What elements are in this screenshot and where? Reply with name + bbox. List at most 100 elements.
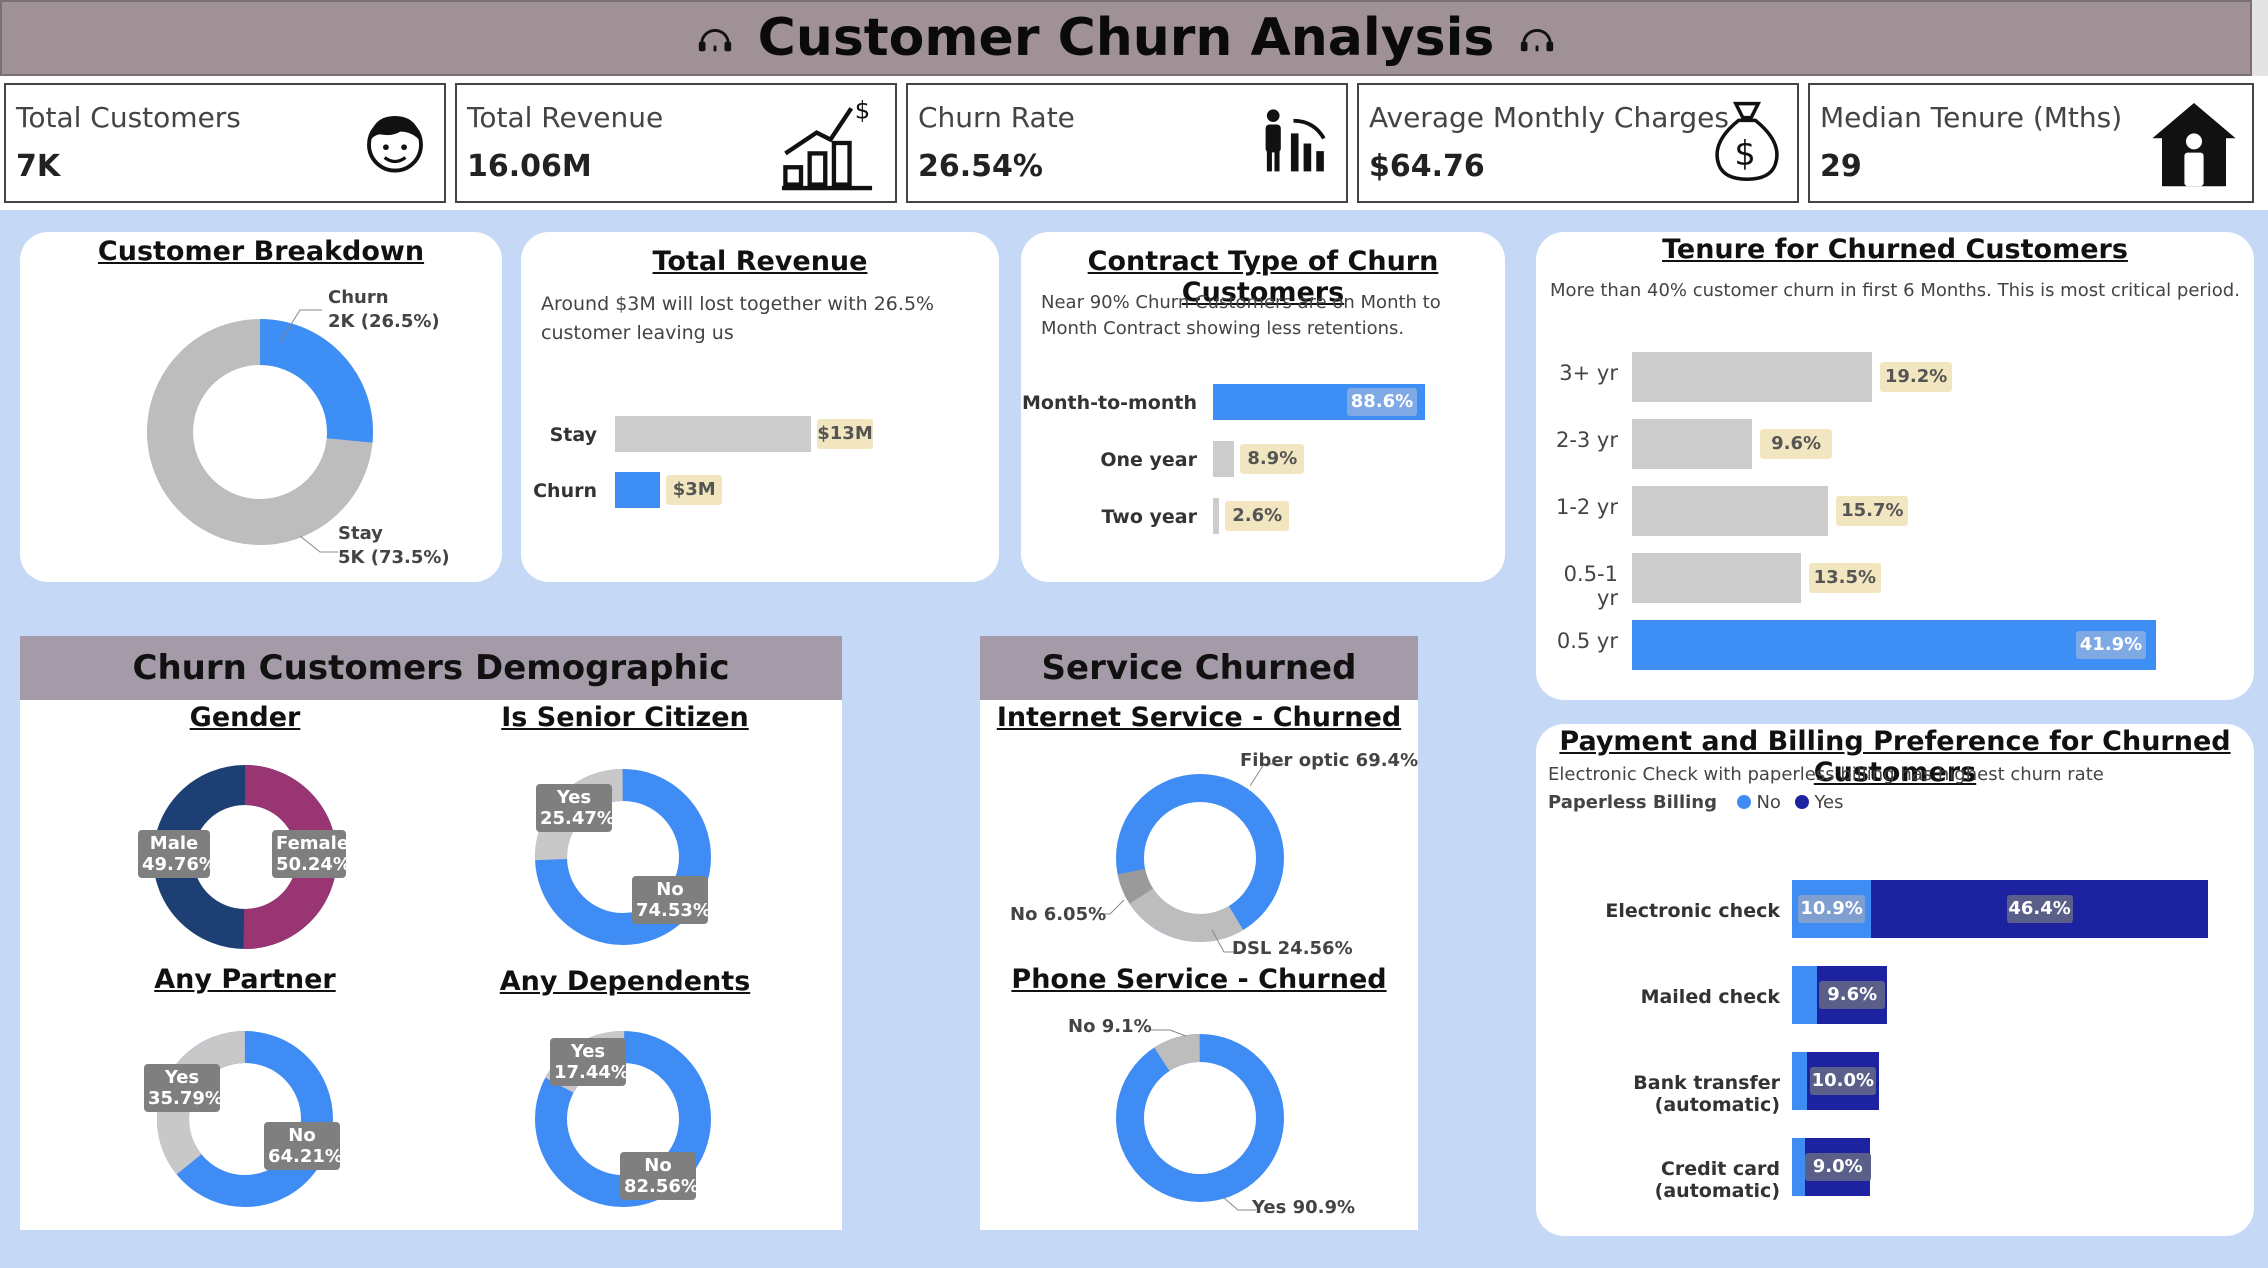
- tenure-title: Tenure for Churned Customers: [1662, 234, 2128, 265]
- contract-bar-two-year[interactable]: [1213, 498, 1220, 534]
- svg-text:$: $: [855, 96, 870, 125]
- contract-bar-one-year[interactable]: [1213, 441, 1235, 477]
- payment-bar-no[interactable]: [1792, 1138, 1806, 1196]
- service-header: Service Churned: [980, 636, 1418, 700]
- payment-category-label: Electronic check: [1605, 900, 1780, 922]
- contract-label-one-year: 8.9%: [1240, 444, 1305, 474]
- kpi-value: 16.06M: [467, 149, 592, 184]
- legend-yes-label: Yes: [1814, 792, 1844, 813]
- tenure-bar[interactable]: [1632, 486, 1829, 536]
- payment-category-label: Bank transfer (automatic): [1633, 1072, 1780, 1116]
- payment-card: Payment and Billing Preference for Churn…: [1536, 724, 2254, 1236]
- kpi-card-churn-rate[interactable]: Churn Rate 26.54%: [906, 83, 1348, 203]
- payment-yes-value-label: 9.6%: [1819, 981, 1886, 1009]
- revenue-label-stay: $13M: [817, 419, 873, 449]
- phone-service-donut[interactable]: [1108, 1026, 1292, 1210]
- tenure-category-label: 1-2 yr: [1555, 495, 1618, 519]
- partner-donut[interactable]: [150, 1024, 340, 1214]
- tenure-bar[interactable]: [1632, 419, 1753, 469]
- headset-icon: [698, 28, 731, 52]
- page-title: Customer Churn Analysis: [757, 8, 1495, 68]
- churn-label: Churn 2K (26.5%): [328, 287, 440, 332]
- gender-male-label: Male 49.76%: [138, 830, 217, 878]
- contract-category: Two year: [1101, 506, 1197, 528]
- payment-yes-value-label: 46.4%: [2006, 895, 2073, 923]
- kpi-value: 26.54%: [918, 149, 1043, 184]
- scrollbar[interactable]: [2252, 0, 2268, 76]
- revenue-category-churn: Churn: [533, 480, 597, 502]
- phone-no-label: No 9.1%: [1068, 1016, 1152, 1037]
- payment-bar-no[interactable]: [1792, 1052, 1807, 1110]
- kpi-card-total-revenue[interactable]: Total Revenue 16.06M $: [455, 83, 897, 203]
- tenure-bar[interactable]: [1632, 553, 1801, 603]
- tenure-bar[interactable]: [1632, 352, 1873, 402]
- gender-title: Gender: [189, 702, 301, 733]
- kpi-label: Total Revenue: [467, 101, 664, 134]
- customer-breakdown-donut[interactable]: [140, 312, 380, 552]
- tenure-category-label: 3+ yr: [1559, 361, 1618, 385]
- payment-yes-value-label: 10.0%: [1809, 1067, 1876, 1095]
- kpi-label: Median Tenure (Mths): [1820, 101, 2123, 134]
- dependents-title: Any Dependents: [499, 966, 751, 997]
- kpi-value: 29: [1820, 149, 1862, 184]
- leader-line: [1150, 1029, 1187, 1037]
- kpi-value: $64.76: [1369, 149, 1485, 184]
- demographic-header: Churn Customers Demographic: [20, 636, 842, 700]
- dependents-no-label: No 82.56%: [620, 1152, 699, 1200]
- house-person-icon: [2152, 103, 2236, 187]
- gender-female-label: Female 50.24%: [272, 830, 351, 878]
- senior-citizen-title: Is Senior Citizen: [501, 702, 749, 733]
- internet-fiber-label: Fiber optic 69.4%: [1240, 750, 1419, 771]
- tenure-subtitle: More than 40% customer churn in first 6 …: [1550, 280, 2240, 301]
- tenure-value-label: 19.2%: [1880, 362, 1953, 392]
- customer-breakdown-card: Customer Breakdown Churn 2K (26.5%) Stay 5…: [20, 232, 502, 582]
- title-bar: Customer Churn Analysis: [0, 0, 2252, 76]
- stay-label: Stay 5K (73.5%): [338, 523, 450, 568]
- phone-yes-label: Yes 90.9%: [1252, 1197, 1356, 1218]
- payment-yes-value-label: 9.0%: [1804, 1153, 1871, 1181]
- total-revenue-title: Total Revenue: [652, 246, 868, 277]
- contract-type-card: Contract Type of Churn Customers Near 90…: [1021, 232, 1505, 582]
- payment-legend: Paperless Billing No Yes: [1548, 792, 1843, 813]
- contract-category: One year: [1100, 449, 1197, 471]
- customer-breakdown-title: Customer Breakdown: [97, 236, 425, 267]
- internet-service-donut[interactable]: [1108, 766, 1292, 950]
- legend-title: Paperless Billing: [1548, 792, 1717, 813]
- kpi-card-median-tenure[interactable]: Median Tenure (Mths) 29: [1808, 83, 2254, 203]
- kpi-label: Total Customers: [16, 101, 241, 134]
- kpi-label: Churn Rate: [918, 101, 1075, 134]
- kpi-label: Average Monthly Charges: [1369, 101, 1729, 134]
- money-bag-icon: $: [1715, 101, 1779, 181]
- senior-no-label: No 74.53%: [632, 876, 711, 924]
- tenure-value-label: 15.7%: [1836, 496, 1909, 526]
- partner-title: Any Partner: [154, 964, 336, 995]
- internet-dsl-label: DSL 24.56%: [1232, 938, 1353, 959]
- partner-no-label: No 64.21%: [264, 1122, 343, 1170]
- kpi-value: 7K: [16, 149, 61, 184]
- payment-category-label: Credit card (automatic): [1654, 1158, 1780, 1202]
- tenure-category-label: 0.5 yr: [1556, 629, 1618, 653]
- contract-label-two-year: 2.6%: [1225, 501, 1290, 531]
- payment-bar-no[interactable]: [1792, 966, 1818, 1024]
- internet-service-title: Internet Service - Churned: [996, 702, 1402, 733]
- dependents-yes-label: Yes 17.44%: [550, 1038, 629, 1086]
- partner-yes-label: Yes 35.79%: [144, 1064, 223, 1112]
- contract-type-subtitle: Near 90% Churn Customers are on Month to…: [1041, 292, 1441, 339]
- tenure-value-label: 9.6%: [1760, 429, 1833, 459]
- customer-face-icon: [367, 116, 423, 173]
- revenue-bar-churn[interactable]: [615, 472, 661, 508]
- people-decline-icon: [1265, 109, 1326, 172]
- svg-text:$: $: [1734, 134, 1755, 173]
- revenue-growth-icon: $: [781, 96, 873, 191]
- tenure-category-label: 2-3 yr: [1555, 428, 1618, 452]
- revenue-category-stay: Stay: [549, 424, 597, 446]
- internet-no-label: No 6.05%: [1010, 904, 1107, 925]
- kpi-card-total-customers[interactable]: Total Customers 7K: [4, 83, 446, 203]
- legend-no-label: No: [1756, 792, 1781, 813]
- kpi-card-avg-monthly-charges[interactable]: Average Monthly Charges $64.76 $: [1357, 83, 1799, 203]
- revenue-bar-stay[interactable]: [615, 416, 811, 452]
- payment-subtitle: Electronic Check with paperless billing …: [1548, 764, 2104, 785]
- phone-service-title: Phone Service - Churned: [1011, 964, 1387, 995]
- headset-icon: [1521, 28, 1554, 52]
- legend-dot-yes: [1794, 795, 1809, 809]
